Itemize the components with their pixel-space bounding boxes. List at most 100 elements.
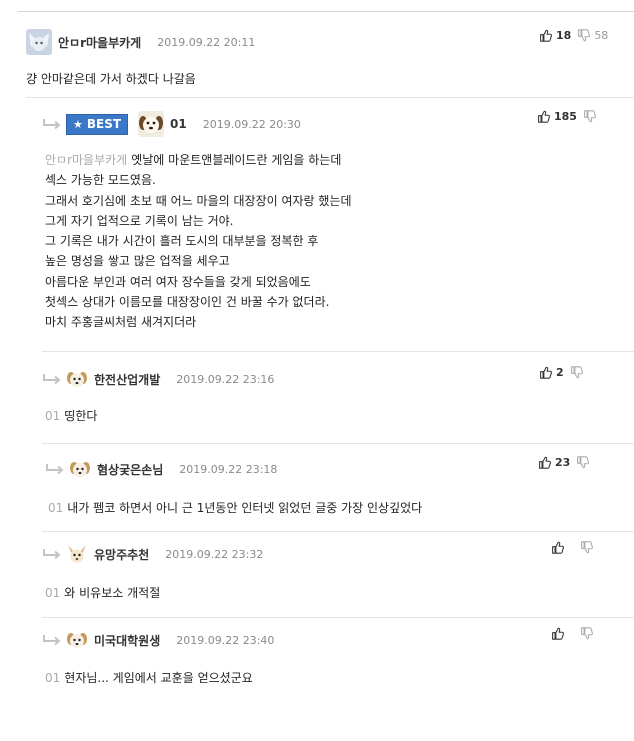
comment-line: 섹스 가능한 모드였음. xyxy=(45,173,156,188)
downvote-button[interactable] xyxy=(583,110,596,123)
comment-line: 옛날에 마운트앤블레이드란 게임을 하는데 xyxy=(131,153,342,167)
comment-line: 아름다운 부인과 여러 여자 장수들을 갖게 되었음에도 xyxy=(45,274,311,289)
anime-avatar-icon xyxy=(26,29,52,55)
vote-group: 23 xyxy=(538,456,589,469)
vote-group: 2 xyxy=(539,366,583,379)
comment-body: 01 띵한다 xyxy=(45,406,97,426)
thumbs-down-icon xyxy=(570,366,583,379)
thumbs-down-icon xyxy=(583,110,596,123)
best-badge: ★ BEST xyxy=(66,113,129,135)
author-name[interactable]: 01 xyxy=(170,117,187,131)
author-name[interactable]: 유망주추천 xyxy=(94,546,149,563)
reply-arrow-icon xyxy=(42,548,62,560)
comment-header: ★ BEST 01 2019.09.22 20:30 xyxy=(42,110,301,138)
comment-text: 와 비유보소 개적절 xyxy=(64,586,161,600)
comment-date: 2019.09.22 23:18 xyxy=(179,462,278,476)
comment-text: 걍 안마같은데 가서 하겠다 나갈음 xyxy=(26,72,196,86)
avatar[interactable] xyxy=(66,543,88,565)
avatar[interactable] xyxy=(66,368,88,390)
vote-group: 18 58 xyxy=(539,29,608,42)
comment-body: 01 내가 펨코 하면서 아니 근 1년동안 인터넷 읽었던 글중 가장 인상깊었… xyxy=(48,498,422,518)
author-name[interactable]: 혐상궂은손님 xyxy=(97,461,163,478)
thumbs-down-icon xyxy=(580,627,593,640)
comment-date: 2019.09.22 20:11 xyxy=(157,35,256,49)
comment-body: 01 현자님... 게임에서 교훈을 얻으셨군요 xyxy=(45,668,253,688)
mention-link[interactable]: 01 xyxy=(45,671,60,685)
best-label: BEST xyxy=(86,117,122,131)
upvote-count: 18 xyxy=(556,29,572,42)
upvote-count: 23 xyxy=(555,456,571,469)
thumbs-down-icon xyxy=(576,456,589,469)
comment-text: 띵한다 xyxy=(64,409,98,423)
downvote-button[interactable] xyxy=(580,541,593,554)
star-icon: ★ xyxy=(73,117,83,131)
upvote-count: 2 xyxy=(556,366,564,379)
mention-link[interactable]: 01 xyxy=(45,409,60,423)
author-name[interactable]: 안ㅁr마을부카게 xyxy=(58,34,141,51)
comment-body: 01 와 비유보소 개적절 xyxy=(45,583,160,603)
chihuahua-avatar-icon xyxy=(66,543,88,565)
thumbs-up-icon xyxy=(539,366,552,379)
author-name[interactable]: 한전산업개발 xyxy=(94,371,160,388)
downvote-button[interactable] xyxy=(570,366,583,379)
mention-link[interactable]: 01 xyxy=(45,586,60,600)
upvote-count: 185 xyxy=(554,110,577,123)
thumbs-up-icon xyxy=(537,110,550,123)
upvote-button[interactable] xyxy=(551,541,564,554)
comment-header: 혐상궂은손님 2019.09.22 23:18 xyxy=(45,455,277,483)
thumbs-down-icon xyxy=(580,541,593,554)
comment-line: 그 기록은 내가 시간이 흘러 도시의 대부분을 정복한 후 xyxy=(45,234,319,249)
downvote-count: 58 xyxy=(594,29,609,42)
comment-line: 그래서 호기심에 초보 때 어느 마을의 대장장이 여자랑 했는데 xyxy=(45,193,352,208)
comment-text: 내가 펨코 하면서 아니 근 1년동안 인터넷 읽었던 글중 가장 인상깊었다 xyxy=(67,501,423,515)
author-name[interactable]: 미국대학원생 xyxy=(94,632,160,649)
puppy-avatar-icon xyxy=(66,629,88,651)
upvote-button[interactable]: 23 xyxy=(538,456,570,469)
mention-link[interactable]: 안ㅁr마을부카게 xyxy=(45,153,127,167)
comment-line: 첫섹스 상대가 이름모를 대장장이인 건 바꿀 수가 없더라. xyxy=(45,295,330,310)
avatar[interactable] xyxy=(69,458,91,480)
divider xyxy=(42,617,634,618)
puppy-avatar-icon xyxy=(66,368,88,390)
thumbs-up-icon xyxy=(551,541,564,554)
upvote-button[interactable] xyxy=(551,627,564,640)
downvote-button[interactable]: 58 xyxy=(577,29,608,42)
comment-header: 유망주추천 2019.09.22 23:32 xyxy=(42,540,263,568)
vote-group: 185 xyxy=(537,110,596,123)
reply-arrow-icon xyxy=(42,634,62,646)
reply-arrow-icon xyxy=(42,118,62,130)
downvote-button[interactable] xyxy=(576,456,589,469)
comment-date: 2019.09.22 23:40 xyxy=(176,633,275,647)
divider xyxy=(42,351,634,352)
comment-header: 한전산업개발 2019.09.22 23:16 xyxy=(42,365,274,393)
vote-group xyxy=(551,541,593,554)
upvote-button[interactable]: 185 xyxy=(537,110,577,123)
avatar[interactable] xyxy=(26,29,52,55)
thumbs-up-icon xyxy=(539,29,552,42)
divider xyxy=(42,443,634,444)
comment-date: 2019.09.22 20:30 xyxy=(202,117,301,131)
reply-arrow-icon xyxy=(42,373,62,385)
avatar[interactable] xyxy=(138,111,165,137)
comment-text: 현자님... 게임에서 교훈을 얻으셨군요 xyxy=(64,671,253,685)
comment-date: 2019.09.22 23:16 xyxy=(176,372,275,386)
thumbs-up-icon xyxy=(538,456,551,469)
thumbs-down-icon xyxy=(577,29,590,42)
dog-avatar-icon xyxy=(138,111,165,137)
divider xyxy=(26,97,634,98)
comment-line: 높은 명성을 쌓고 많은 업적을 세우고 xyxy=(45,254,230,269)
top-border xyxy=(18,11,634,12)
comment-line: 마치 주홍글씨처럼 새겨지더라 xyxy=(45,315,197,330)
comment-line: 그게 자기 업적으로 기록이 남는 거야. xyxy=(45,213,234,228)
upvote-button[interactable]: 2 xyxy=(539,366,564,379)
upvote-button[interactable]: 18 xyxy=(539,29,571,42)
puppy-avatar-icon xyxy=(69,458,91,480)
downvote-button[interactable] xyxy=(580,627,593,640)
mention-link[interactable]: 01 xyxy=(48,501,63,515)
vote-group xyxy=(551,627,593,640)
thumbs-up-icon xyxy=(551,627,564,640)
avatar[interactable] xyxy=(66,629,88,651)
comment-body: 안ㅁr마을부카게 옛날에 마운트앤블레이드란 게임을 하는데 섹스 가능한 모드였… xyxy=(45,150,352,333)
comment-date: 2019.09.22 23:32 xyxy=(165,547,264,561)
divider xyxy=(42,531,634,532)
